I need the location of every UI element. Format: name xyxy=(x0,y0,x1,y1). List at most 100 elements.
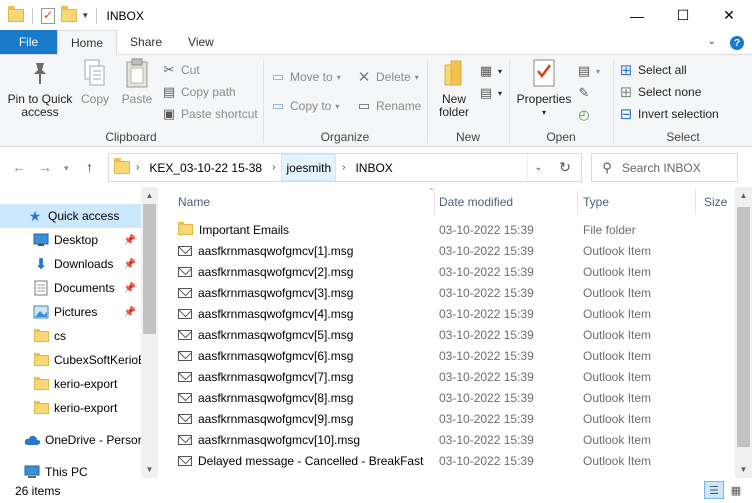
file-row[interactable]: aasfkrnmasqwofgmcv[4].msg 03-10-2022 15:3… xyxy=(170,303,730,324)
address-dropdown-icon[interactable]: ⌄ xyxy=(527,154,549,181)
file-row[interactable]: aasfkrnmasqwofgmcv[9].msg 03-10-2022 15:3… xyxy=(170,408,730,429)
tab-view[interactable]: View xyxy=(175,30,227,54)
file-date: 03-10-2022 15:39 xyxy=(439,285,534,300)
refresh-icon[interactable]: ↻ xyxy=(553,154,577,181)
delete-button[interactable]: ✕ Delete ▾ xyxy=(356,67,419,87)
new-folder-icon[interactable] xyxy=(61,6,77,22)
new-folder-button[interactable]: New folder xyxy=(432,57,476,119)
breadcrumb-inbox[interactable]: INBOX xyxy=(351,154,396,181)
search-box[interactable]: ⚲ xyxy=(591,153,738,182)
nav-item-documents[interactable]: Documents 📌 xyxy=(0,276,142,300)
nav-item-this-pc[interactable]: This PC xyxy=(0,460,142,478)
search-input[interactable] xyxy=(622,160,732,175)
maximize-button[interactable]: ☐ xyxy=(660,0,706,31)
file-list-scrollbar[interactable]: ▲ ▼ xyxy=(735,187,752,478)
new-folder-icon xyxy=(438,57,470,89)
pin-icon[interactable]: 📌 xyxy=(124,283,136,294)
desktop-icon xyxy=(33,232,49,248)
copy-to-button[interactable]: ▭ Copy to ▾ xyxy=(270,96,340,116)
collapse-ribbon-icon[interactable]: ⌄ xyxy=(708,36,716,50)
column-header-type[interactable]: Type xyxy=(577,187,695,217)
easy-access-button[interactable]: ▤ ▾ xyxy=(478,83,502,103)
pin-icon[interactable]: 📌 xyxy=(124,235,136,246)
file-name: aasfkrnmasqwofgmcv[8].msg xyxy=(178,391,353,405)
paste-shortcut-button[interactable]: ▣ Paste shortcut xyxy=(161,104,258,124)
file-date: 03-10-2022 15:39 xyxy=(439,432,534,447)
column-header-date[interactable]: Date modified xyxy=(433,187,577,217)
group-select: ⊞ Select all ⊞ Select none ⊟ Invert sele… xyxy=(614,55,752,147)
column-header-size[interactable]: Size xyxy=(698,187,738,217)
help-icon[interactable]: ? xyxy=(730,36,744,50)
nav-item-cs[interactable]: cs xyxy=(0,324,142,348)
pin-icon[interactable]: 📌 xyxy=(124,259,136,270)
nav-item-quick-access[interactable]: ★ Quick access xyxy=(0,204,142,228)
chevron-right-icon[interactable]: › xyxy=(266,162,281,173)
nav-item-cubexsoft[interactable]: CubexSoftKerioE xyxy=(0,348,142,372)
move-to-button[interactable]: ▭ Move to ▾ xyxy=(270,67,341,87)
file-row[interactable]: aasfkrnmasqwofgmcv[7].msg 03-10-2022 15:3… xyxy=(170,366,730,387)
address-bar[interactable]: › KEX_03-10-22 15-38 › joesmith › INBOX … xyxy=(108,153,582,182)
file-row[interactable]: aasfkrnmasqwofgmcv[10].msg 03-10-2022 15:… xyxy=(170,429,730,450)
open-button[interactable]: ▤ ▾ xyxy=(576,61,600,81)
forward-arrow-icon[interactable]: → xyxy=(38,159,52,175)
new-item-button[interactable]: ▦ ▾ xyxy=(478,61,502,81)
select-all-icon: ⊞ xyxy=(619,62,633,79)
minimize-button[interactable]: — xyxy=(614,0,660,31)
nav-item-kerio-export-2[interactable]: kerio-export xyxy=(0,396,142,420)
file-row[interactable]: aasfkrnmasqwofgmcv[3].msg 03-10-2022 15:3… xyxy=(170,282,730,303)
large-icons-view-icon[interactable]: ▦ xyxy=(726,481,746,499)
file-row[interactable]: aasfkrnmasqwofgmcv[8].msg 03-10-2022 15:3… xyxy=(170,387,730,408)
breadcrumb-joesmith[interactable]: joesmith xyxy=(281,154,337,181)
scrollbar-thumb[interactable] xyxy=(143,204,156,334)
file-type: Outlook Item xyxy=(583,348,652,363)
scroll-up-icon[interactable]: ▲ xyxy=(735,187,752,204)
details-view-icon[interactable]: ☰ xyxy=(704,481,724,499)
properties-icon[interactable] xyxy=(41,7,55,24)
edit-button[interactable]: ✎ xyxy=(576,83,592,103)
column-header-name[interactable]: Name xyxy=(172,187,435,217)
nav-item-kerio-export[interactable]: kerio-export xyxy=(0,372,142,396)
tab-share[interactable]: Share xyxy=(117,30,175,54)
nav-item-desktop[interactable]: Desktop 📌 xyxy=(0,228,142,252)
invert-selection-button[interactable]: ⊟ Invert selection xyxy=(618,104,719,124)
pin-quick-access-button[interactable]: Pin to Quick access xyxy=(6,57,74,119)
tab-file[interactable]: File xyxy=(0,30,57,54)
paste-button[interactable]: Paste xyxy=(118,57,156,106)
select-none-button[interactable]: ⊞ Select none xyxy=(618,82,702,102)
breadcrumb-kex[interactable]: KEX_03-10-22 15-38 xyxy=(145,154,266,181)
close-button[interactable]: ✕ xyxy=(706,0,752,31)
nav-item-onedrive[interactable]: OneDrive - Persor xyxy=(0,428,142,452)
recent-locations-icon[interactable]: ▾ xyxy=(64,163,69,174)
column-divider[interactable] xyxy=(695,189,696,215)
file-row[interactable]: aasfkrnmasqwofgmcv[5].msg 03-10-2022 15:3… xyxy=(170,324,730,345)
scroll-down-icon[interactable]: ▼ xyxy=(735,461,752,478)
chevron-right-icon[interactable]: › xyxy=(336,162,351,173)
history-button[interactable]: ◴ xyxy=(576,105,592,125)
file-row[interactable]: aasfkrnmasqwofgmcv[2].msg 03-10-2022 15:3… xyxy=(170,261,730,282)
properties-button[interactable]: Properties ▾ xyxy=(516,57,572,119)
copy-path-button[interactable]: ▤ Copy path xyxy=(161,82,236,102)
rename-button[interactable]: ▭ Rename xyxy=(356,96,422,116)
cloud-icon xyxy=(24,432,40,448)
tab-home[interactable]: Home xyxy=(57,30,118,55)
file-name: aasfkrnmasqwofgmcv[5].msg xyxy=(178,328,353,342)
file-row[interactable]: aasfkrnmasqwofgmcv[6].msg 03-10-2022 15:3… xyxy=(170,345,730,366)
file-row[interactable]: aasfkrnmasqwofgmcv[1].msg 03-10-2022 15:3… xyxy=(170,240,730,261)
select-all-button[interactable]: ⊞ Select all xyxy=(618,60,687,80)
pin-icon[interactable]: 📌 xyxy=(124,307,136,318)
up-arrow-icon[interactable]: ↑ xyxy=(86,159,93,175)
scrollbar-thumb[interactable] xyxy=(737,207,750,447)
nav-pane-scrollbar[interactable]: ▲ ▼ xyxy=(141,187,158,478)
copy-button[interactable]: Copy xyxy=(76,57,114,106)
customize-toolbar-icon[interactable]: ▾ xyxy=(83,10,88,21)
chevron-right-icon[interactable]: › xyxy=(130,162,145,173)
back-arrow-icon[interactable]: ← xyxy=(12,159,26,175)
scroll-up-icon[interactable]: ▲ xyxy=(141,187,158,204)
nav-item-downloads[interactable]: ⬇ Downloads 📌 xyxy=(0,252,142,276)
scroll-down-icon[interactable]: ▼ xyxy=(141,461,158,478)
new-item-icon: ▦ xyxy=(479,63,493,78)
file-row[interactable]: Delayed message - Cancelled - BreakFast 0… xyxy=(170,450,730,471)
folder-row[interactable]: Important Emails 03-10-2022 15:39 File fol… xyxy=(170,219,730,240)
cut-button[interactable]: ✂ Cut xyxy=(161,60,200,80)
nav-item-pictures[interactable]: Pictures 📌 xyxy=(0,300,142,324)
